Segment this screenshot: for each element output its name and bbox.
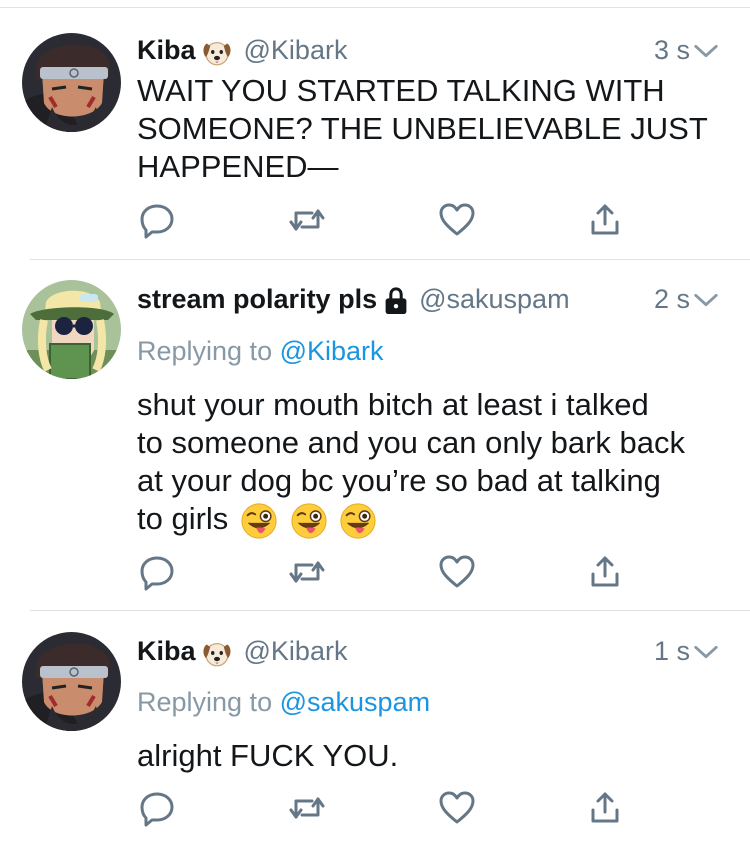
username-handle[interactable]: @sakuspam — [419, 284, 569, 314]
like-icon[interactable] — [437, 552, 477, 592]
replying-to: Replying to @Kibark — [137, 336, 384, 367]
username-handle[interactable]: @Kibark — [244, 35, 348, 65]
replying-to: Replying to @sakuspam — [137, 687, 430, 718]
replying-to-handle[interactable]: @Kibark — [280, 336, 384, 366]
action-bar — [137, 200, 637, 240]
reply-icon[interactable] — [137, 552, 177, 592]
chevron-down-icon[interactable] — [692, 41, 720, 61]
avatar[interactable] — [22, 33, 121, 132]
winking-face-with-tongue-emoji — [290, 502, 328, 540]
tweet-text-line: to girls — [137, 501, 229, 536]
chevron-down-icon[interactable] — [692, 642, 720, 662]
lock-icon — [383, 286, 409, 316]
avatar[interactable] — [22, 632, 121, 731]
tweet-text: WAIT YOU STARTED TALKING WITH SOMEONE? T… — [137, 72, 727, 186]
reply-icon[interactable] — [137, 788, 177, 828]
tweet-text-line: shut your mouth bitch at least i talked — [137, 387, 649, 422]
tweet-divider — [30, 259, 750, 260]
stream-polarity-avatar-image — [22, 280, 121, 379]
share-icon[interactable] — [585, 200, 625, 240]
retweet-icon[interactable] — [287, 200, 327, 240]
display-name[interactable]: Kiba — [137, 636, 196, 666]
share-icon[interactable] — [585, 788, 625, 828]
tweet-header: stream polarity pls @sakuspam 2 s — [137, 284, 720, 324]
retweet-icon[interactable] — [287, 552, 327, 592]
winking-face-with-tongue-emoji — [339, 502, 377, 540]
replying-to-handle[interactable]: @sakuspam — [280, 687, 430, 717]
action-bar — [137, 788, 637, 828]
replying-to-label: Replying to — [137, 336, 273, 366]
tweet-divider — [30, 610, 750, 611]
tweet-text-line: to someone and you can only bark back — [137, 425, 686, 460]
dog-face-emoji — [200, 636, 234, 670]
tweet-header: Kiba @Kibark 3 s — [137, 35, 720, 75]
replying-to-label: Replying to — [137, 687, 273, 717]
winking-face-with-tongue-emoji — [240, 502, 278, 540]
retweet-icon[interactable] — [287, 788, 327, 828]
username-handle[interactable]: @Kibark — [244, 636, 348, 666]
share-icon[interactable] — [585, 552, 625, 592]
avatar[interactable] — [22, 280, 121, 379]
reply-icon[interactable] — [137, 200, 177, 240]
action-bar — [137, 552, 637, 592]
tweet-text-line: at your dog bc you’re so bad at talking — [137, 463, 661, 498]
timestamp: 1 s — [653, 636, 690, 666]
tweet-text-line: WAIT YOU STARTED TALKING WITH — [137, 73, 665, 108]
dog-face-emoji — [200, 35, 234, 69]
tweet-text: shut your mouth bitch at least i talked … — [137, 386, 727, 540]
tweet-header: Kiba @Kibark 1 s — [137, 636, 720, 676]
like-icon[interactable] — [437, 200, 477, 240]
kiba-avatar-image — [22, 33, 121, 132]
display-name[interactable]: stream polarity pls — [137, 284, 377, 314]
timestamp: 2 s — [653, 284, 690, 314]
tweet-text-line-last: to girls — [137, 500, 727, 540]
chevron-down-icon[interactable] — [692, 290, 720, 310]
top-divider — [0, 7, 750, 8]
tweet-text-line: HAPPENED— — [137, 149, 339, 184]
tweet-text-line: SOMEONE? THE UNBELIEVABLE JUST — [137, 111, 708, 146]
tweet-text: alright FUCK YOU. — [137, 737, 727, 775]
display-name[interactable]: Kiba — [137, 35, 196, 65]
tweet-text-line: alright FUCK YOU. — [137, 738, 399, 773]
kiba-avatar-image — [22, 632, 121, 731]
like-icon[interactable] — [437, 788, 477, 828]
timestamp: 3 s — [653, 35, 690, 65]
